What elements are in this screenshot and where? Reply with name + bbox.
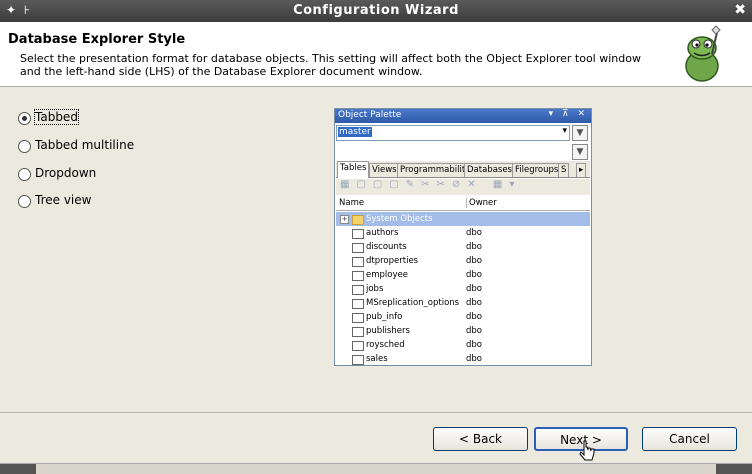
preview-table-row: sales dbo bbox=[336, 352, 590, 365]
table-name: sales bbox=[366, 354, 388, 364]
preview-tab-strip: Tables Views Programmability Databases F… bbox=[336, 161, 590, 178]
table-name: authors bbox=[366, 228, 399, 238]
option-label[interactable]: Tabbed bbox=[34, 109, 79, 125]
table-icon bbox=[352, 285, 364, 295]
preview-tab-tables: Tables bbox=[337, 161, 370, 178]
radio-dropdown[interactable] bbox=[18, 168, 31, 181]
table-icon bbox=[352, 257, 364, 267]
window-titlebar: ✦ ⊦ Configuration Wizard ✖ bbox=[0, 0, 752, 22]
option-label[interactable]: Tree view bbox=[35, 193, 91, 207]
wizard-mascot-icon bbox=[685, 25, 721, 82]
folder-icon bbox=[352, 215, 364, 225]
cancel-button[interactable]: Cancel bbox=[642, 427, 737, 451]
preview-table-row: dtproperties dbo bbox=[336, 254, 590, 268]
table-icon bbox=[352, 299, 364, 309]
table-icon bbox=[352, 327, 364, 337]
table-icon bbox=[352, 243, 364, 253]
preview-tab-more: S bbox=[558, 163, 570, 177]
chevron-right-icon: ▸ bbox=[576, 163, 587, 177]
preview-tab-filegroups: Filegroups bbox=[512, 163, 562, 177]
preview-table-row: discounts dbo bbox=[336, 240, 590, 254]
preview-tab-programmability: Programmability bbox=[397, 163, 474, 177]
table-owner: dbo bbox=[466, 284, 482, 294]
table-name: roysched bbox=[366, 340, 405, 350]
table-owner: dbo bbox=[466, 326, 482, 336]
preview-table-row: pub_info dbo bbox=[336, 310, 590, 324]
page-description: Select the presentation format for datab… bbox=[20, 52, 641, 78]
filter-icon: ▼ bbox=[572, 125, 588, 141]
mouse-cursor-icon bbox=[579, 440, 595, 461]
table-icon bbox=[352, 355, 364, 365]
expand-icon: + bbox=[340, 215, 349, 224]
preview-table-row: authors dbo bbox=[336, 226, 590, 240]
table-owner: dbo bbox=[466, 242, 482, 252]
page-title: Database Explorer Style bbox=[8, 32, 186, 47]
back-button[interactable]: < Back bbox=[433, 427, 528, 451]
bottom-scrollbar bbox=[0, 463, 752, 474]
table-owner: dbo bbox=[466, 354, 482, 364]
footer-divider bbox=[0, 412, 752, 413]
table-name: jobs bbox=[366, 284, 384, 294]
preview-table-row: roysched dbo bbox=[336, 338, 590, 352]
preview-table-row: publishers dbo bbox=[336, 324, 590, 338]
option-label[interactable]: Dropdown bbox=[35, 166, 96, 180]
table-icon bbox=[352, 271, 364, 281]
table-icon bbox=[352, 229, 364, 239]
table-owner: dbo bbox=[466, 312, 482, 322]
radio-tree-view[interactable] bbox=[18, 195, 31, 208]
table-owner: dbo bbox=[466, 228, 482, 238]
option-label[interactable]: Tabbed multiline bbox=[35, 138, 134, 152]
folder-name: System Objects bbox=[366, 214, 433, 224]
preview-table-row: jobs dbo bbox=[336, 282, 590, 296]
table-owner: dbo bbox=[466, 256, 482, 266]
table-icon bbox=[352, 313, 364, 323]
preview-table-row: MSreplication_options dbo bbox=[336, 296, 590, 310]
column-name: Name bbox=[339, 198, 365, 208]
preview-database-value: master bbox=[338, 127, 372, 137]
table-name: pub_info bbox=[366, 312, 403, 322]
table-owner: dbo bbox=[466, 340, 482, 350]
preview-column-header: Name Owner bbox=[336, 198, 590, 211]
preview-window-controls: ▾ ⊼ ✕ bbox=[548, 109, 588, 119]
table-name: publishers bbox=[366, 326, 410, 336]
preview-table-row: employee dbo bbox=[336, 268, 590, 282]
table-icon bbox=[352, 341, 364, 351]
table-name: MSreplication_options bbox=[366, 298, 460, 308]
close-icon[interactable]: ✖ bbox=[734, 2, 746, 18]
table-owner: dbo bbox=[466, 298, 482, 308]
style-preview: Object Palette ▾ ⊼ ✕ master ▾ ▼ ▼ Tables… bbox=[334, 108, 592, 366]
preview-tab-views: Views bbox=[369, 163, 400, 177]
table-name: employee bbox=[366, 270, 408, 280]
preview-title: Object Palette bbox=[338, 110, 402, 120]
window-title: Configuration Wizard bbox=[293, 3, 459, 18]
table-name: discounts bbox=[366, 242, 407, 252]
preview-toolbar: ▦▢▢▢✎✂✂⊘✕ ▦▾ bbox=[336, 179, 590, 195]
preview-titlebar: Object Palette ▾ ⊼ ✕ bbox=[335, 109, 591, 123]
radio-tabbed-multiline[interactable] bbox=[18, 140, 31, 153]
column-owner: Owner bbox=[466, 198, 497, 208]
table-owner: dbo bbox=[466, 270, 482, 280]
preview-tab-databases: Databases bbox=[464, 163, 515, 177]
chevron-down-icon: ▾ bbox=[562, 126, 567, 136]
preview-folder-row: + System Objects bbox=[336, 212, 590, 226]
wizard-header: Database Explorer Style Select the prese… bbox=[0, 22, 752, 87]
radio-tabbed[interactable] bbox=[18, 112, 31, 125]
preview-database-combo: master ▾ bbox=[336, 125, 570, 141]
table-name: dtproperties bbox=[366, 256, 419, 266]
filter-icon: ▼ bbox=[572, 144, 588, 160]
